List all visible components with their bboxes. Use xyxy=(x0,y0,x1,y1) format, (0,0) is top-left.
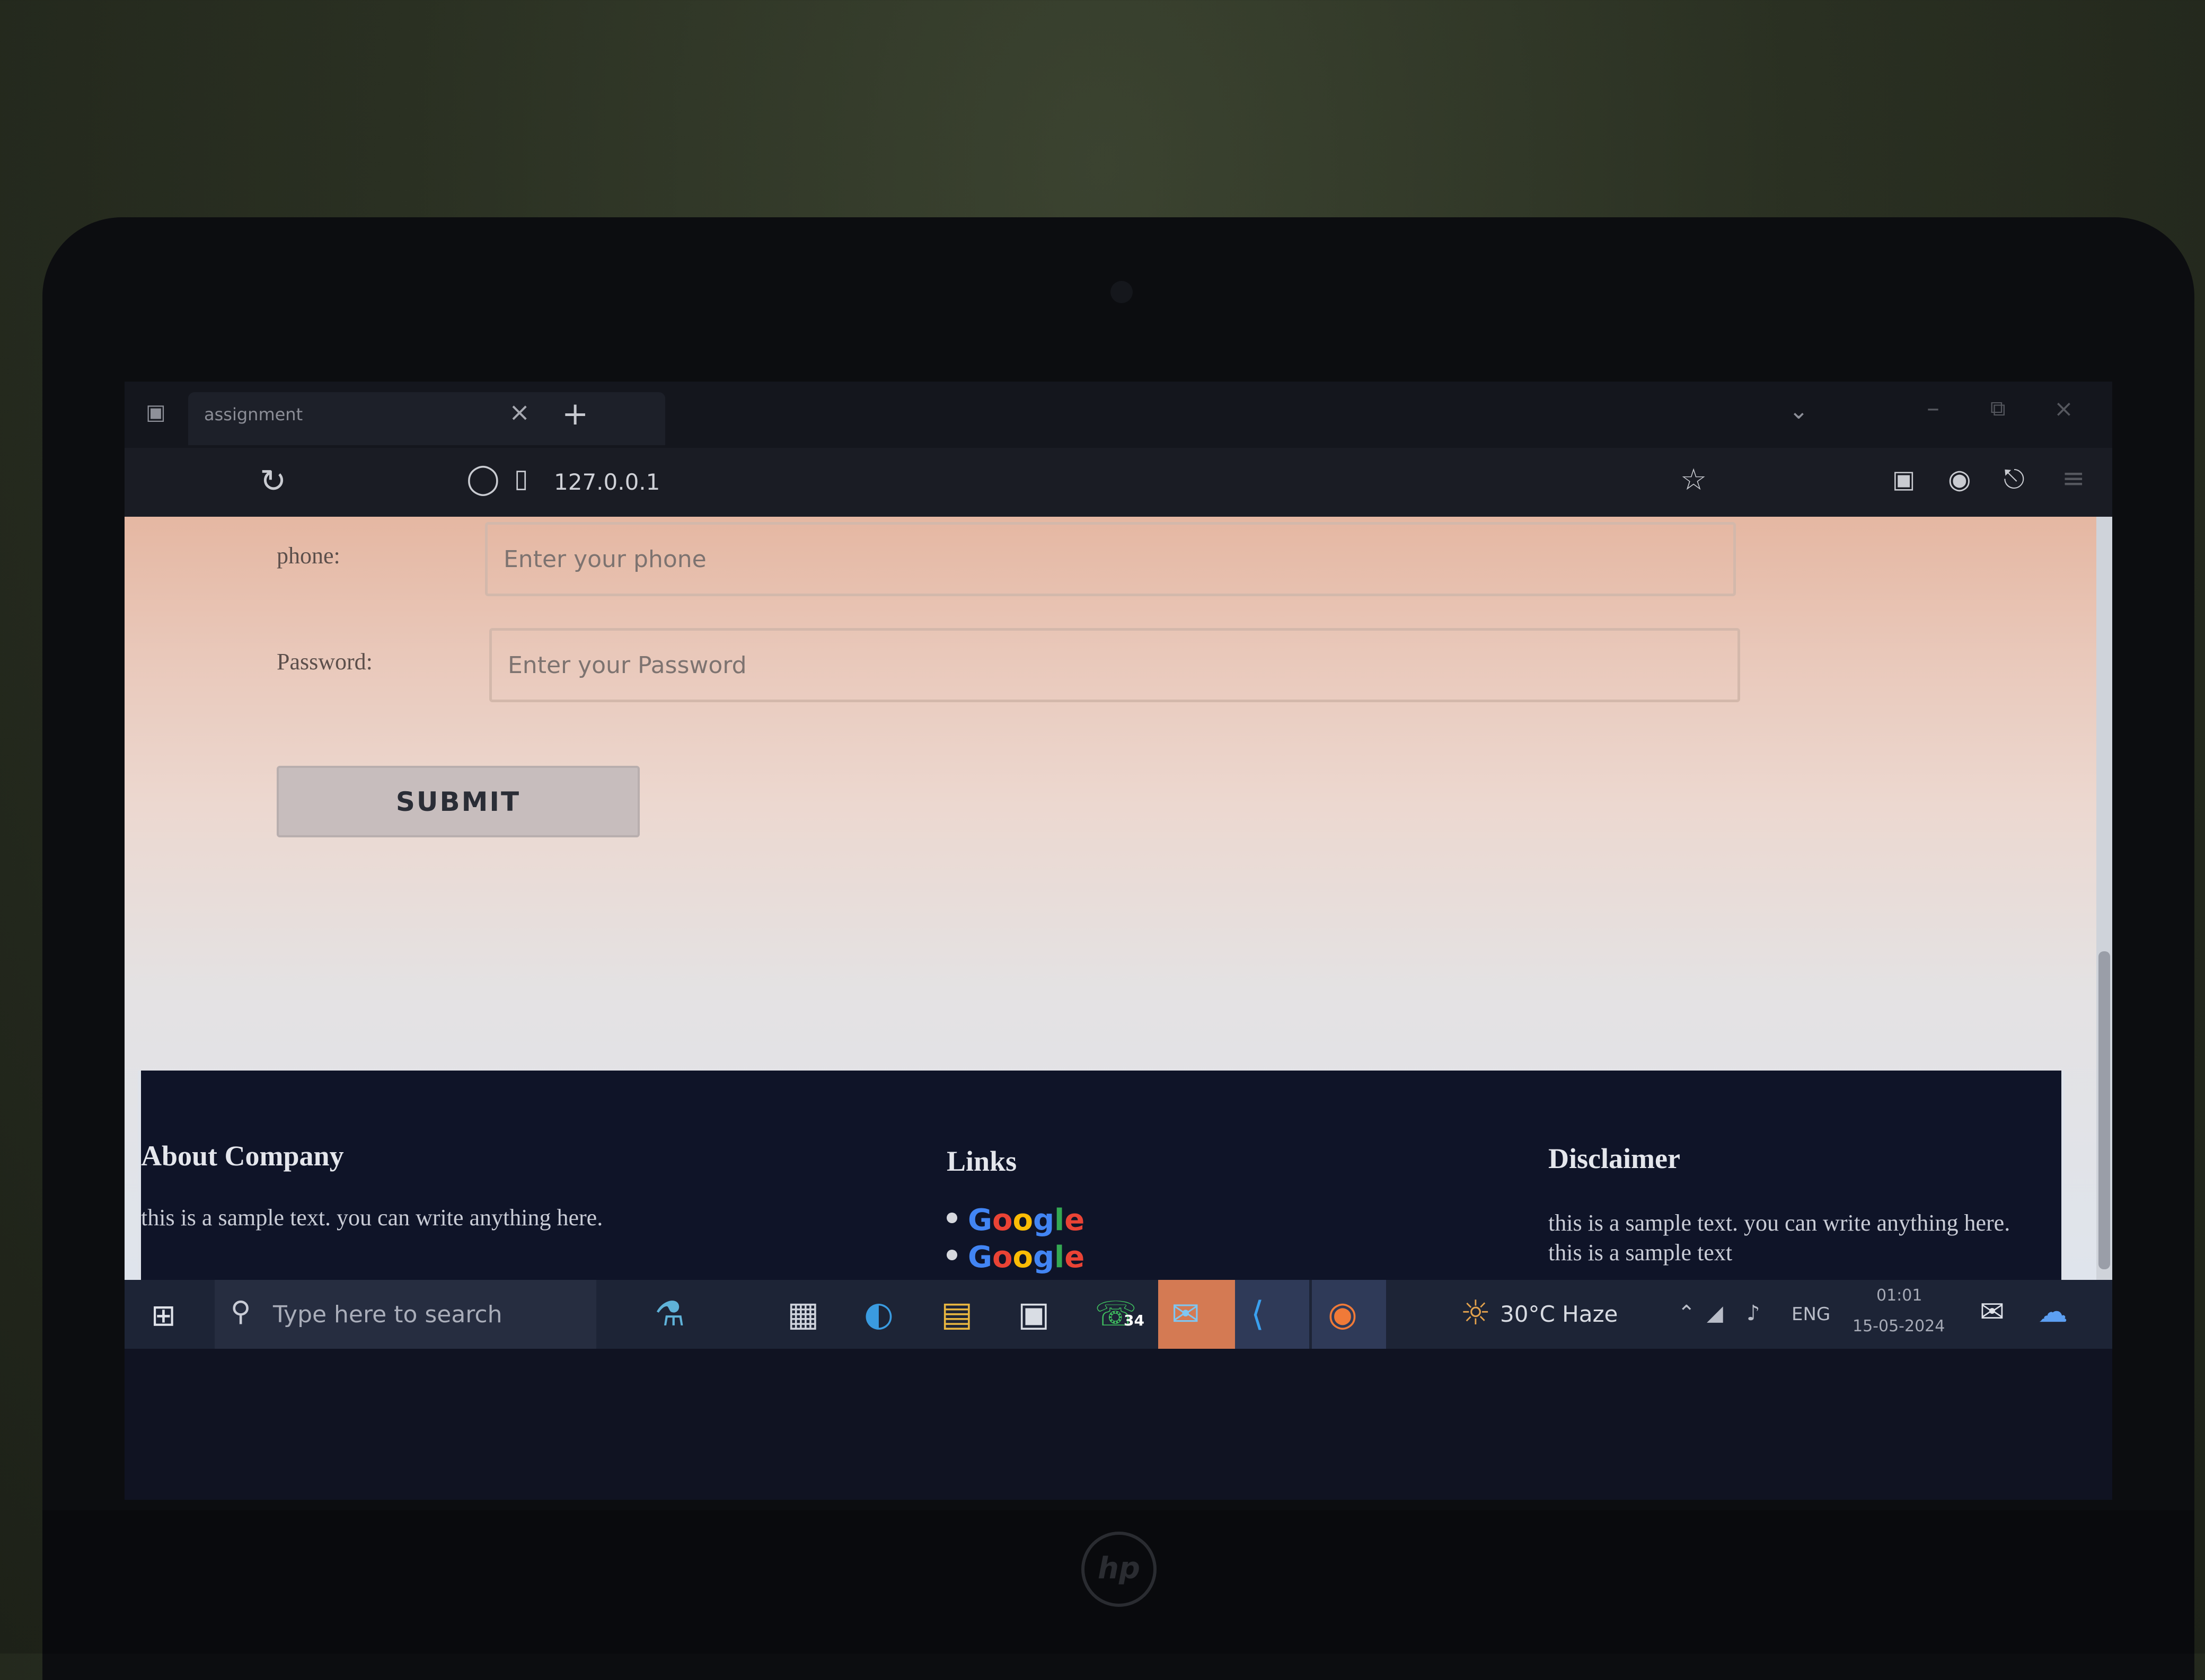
weather-icon[interactable]: ☼ xyxy=(1460,1294,1490,1333)
task-view-icon[interactable]: ▦ xyxy=(787,1295,819,1334)
vscode-active[interactable] xyxy=(1235,1280,1309,1349)
disclaimer-heading: Disclaimer xyxy=(1548,1143,1680,1174)
language-indicator[interactable]: ENG xyxy=(1792,1304,1830,1325)
clock-time[interactable]: 01:01 xyxy=(1876,1286,1922,1305)
file-explorer-icon[interactable]: ▤ xyxy=(941,1295,973,1334)
google-link[interactable]: Google xyxy=(947,1203,1084,1237)
shield-icon[interactable]: ◯ xyxy=(466,462,500,496)
password-input[interactable] xyxy=(489,628,1740,702)
network-icon[interactable]: ◢ xyxy=(1707,1301,1723,1325)
hp-logo-icon: hp xyxy=(1081,1532,1157,1607)
submit-button[interactable]: SUBMIT xyxy=(277,766,640,837)
edge-icon[interactable]: ◐ xyxy=(864,1295,894,1334)
windows-start-icon[interactable]: ⊞ xyxy=(151,1298,176,1333)
footer: About Company this is a sample text. you… xyxy=(138,1071,2065,1280)
whatsapp-badge: 34 xyxy=(1124,1312,1144,1329)
account-icon[interactable]: ◉ xyxy=(1948,464,1971,494)
laptop-screen: ▣ assignment × + ⌄ – ⧉ × ↻ ◯ ▯ 127.0.0.1… xyxy=(125,382,2112,1500)
web-page: phone: Password: SUBMIT About Company th… xyxy=(125,517,2096,1280)
mail-icon[interactable]: ✉ xyxy=(1171,1295,1200,1334)
pocket-icon[interactable]: ▣ xyxy=(1892,465,1915,493)
close-icon[interactable]: × xyxy=(509,397,530,427)
links-heading: Links xyxy=(947,1145,1017,1177)
firefox-icon[interactable]: ◉ xyxy=(1328,1295,1357,1334)
browser-nav-bar: ↻ ◯ ▯ 127.0.0.1 ☆ ▣ ◉ ⎋ ≡ xyxy=(125,448,2112,517)
plus-icon[interactable]: + xyxy=(562,395,588,432)
extensions-icon[interactable]: ⎋ xyxy=(2004,464,2025,495)
page-icon[interactable]: ▯ xyxy=(514,464,528,493)
menu-icon[interactable]: ≡ xyxy=(2062,463,2085,494)
about-heading: About Company xyxy=(141,1140,344,1172)
about-text: this is a sample text. you can write any… xyxy=(141,1205,603,1231)
page-scrollbar[interactable] xyxy=(2096,517,2112,1280)
list-bullet xyxy=(947,1213,957,1223)
phone-input[interactable] xyxy=(485,522,1736,596)
search-icon: ⚲ xyxy=(231,1296,251,1328)
folder-icon[interactable]: ▣ xyxy=(146,402,171,423)
browser-tab-bar: ▣ assignment × + ⌄ – ⧉ × xyxy=(125,382,2112,448)
minimize-icon[interactable]: – xyxy=(1927,393,1939,423)
window-close-icon[interactable]: × xyxy=(2054,395,2074,422)
disclaimer-text: this is a sample text. you can write any… xyxy=(1548,1210,2010,1266)
notification-icon[interactable]: ✉ xyxy=(1980,1295,2005,1329)
restore-icon[interactable]: ⧉ xyxy=(1990,396,2006,421)
chevron-down-icon[interactable]: ⌄ xyxy=(1789,397,1809,425)
widgets-icon[interactable]: ☁ xyxy=(2038,1295,2068,1329)
volume-icon[interactable]: ♪ xyxy=(1747,1301,1760,1325)
clock-date[interactable]: 15-05-2024 xyxy=(1853,1317,1945,1336)
phone-label: phone: xyxy=(277,543,340,569)
google-link[interactable]: Google xyxy=(947,1240,1084,1275)
weather-text[interactable]: 30°C Haze xyxy=(1500,1301,1618,1327)
list-bullet xyxy=(947,1250,957,1260)
windows-taskbar: ⊞ ⚲ Type here to search ⚗ ▦ ◐ ▤ ▣ ☏ 34 ✉… xyxy=(125,1280,2112,1349)
tab-title: assignment xyxy=(204,404,303,425)
links-list: Google Google Google Google xyxy=(947,1203,1127,1280)
scrollbar-thumb[interactable] xyxy=(2098,951,2110,1269)
search-highlight-icon[interactable]: ⚗ xyxy=(655,1295,685,1334)
password-label: Password: xyxy=(277,649,373,675)
taskbar-search[interactable]: ⚲ Type here to search xyxy=(215,1280,596,1349)
webcam xyxy=(1110,281,1133,303)
reload-icon[interactable]: ↻ xyxy=(260,463,286,500)
star-icon[interactable]: ☆ xyxy=(1680,463,1707,497)
chevron-up-icon[interactable]: ⌃ xyxy=(1678,1301,1696,1325)
vscode-icon[interactable]: ⟨ xyxy=(1251,1295,1264,1334)
search-placeholder: Type here to search xyxy=(273,1301,502,1328)
url-bar[interactable]: 127.0.0.1 xyxy=(554,469,660,495)
store-icon[interactable]: ▣ xyxy=(1018,1295,1049,1334)
